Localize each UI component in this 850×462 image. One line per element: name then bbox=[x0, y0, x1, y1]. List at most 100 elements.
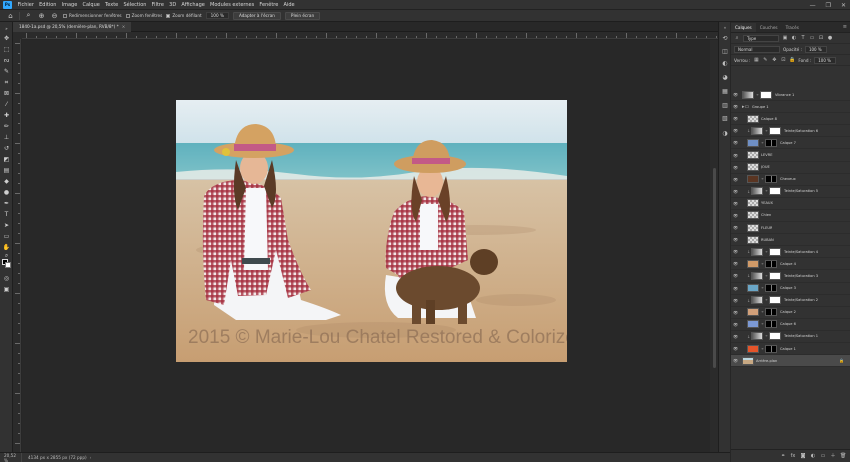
layer-name[interactable]: Teinte/Saturation 6 bbox=[784, 129, 818, 133]
adjustment-thumbnail[interactable] bbox=[751, 187, 763, 196]
visibility-eye-icon[interactable]: 👁 bbox=[731, 104, 740, 109]
layer-mask-thumbnail[interactable] bbox=[769, 271, 781, 280]
visibility-eye-icon[interactable]: 👁 bbox=[731, 249, 740, 254]
brush-tool-icon[interactable]: ✏ bbox=[2, 122, 11, 131]
layer-row[interactable]: 👁 ⚭ Calque 3 bbox=[731, 283, 850, 295]
libraries-icon[interactable]: ▥ bbox=[721, 102, 729, 110]
tab-channels[interactable]: Couches bbox=[756, 23, 782, 32]
layer-row[interactable]: 👁 ⚭ Calque 7 bbox=[731, 137, 850, 150]
adjustment-thumbnail[interactable] bbox=[751, 271, 763, 280]
blend-mode-select[interactable]: Normal bbox=[734, 45, 780, 53]
layer-name[interactable]: JOUE bbox=[761, 165, 770, 169]
visibility-eye-icon[interactable]: 👁 bbox=[731, 165, 740, 170]
layer-name[interactable]: Cheveux bbox=[780, 177, 796, 181]
lock-artboard-icon[interactable]: ⊡ bbox=[780, 57, 786, 63]
screen-mode-icon[interactable]: ▣ bbox=[2, 285, 11, 294]
lasso-tool-icon[interactable]: ᔓ bbox=[2, 56, 11, 65]
ruler-origin[interactable] bbox=[13, 32, 22, 39]
visibility-eye-icon[interactable]: 👁 bbox=[731, 334, 740, 339]
layer-mask-thumbnail[interactable] bbox=[769, 296, 781, 305]
layer-row[interactable]: 👁 FLEUR bbox=[731, 222, 850, 235]
new-adjustment-icon[interactable]: ◐ bbox=[810, 453, 816, 459]
background-thumbnail[interactable] bbox=[742, 356, 754, 365]
layer-row[interactable]: 👁 RUBAN bbox=[731, 234, 850, 247]
layer-row[interactable]: 👁 YEAUX bbox=[731, 198, 850, 210]
visibility-eye-icon[interactable]: 👁 bbox=[731, 116, 740, 121]
patterns-icon[interactable]: ▧ bbox=[721, 115, 729, 123]
document-tab[interactable]: 1840-1a.psd @ 20,5% (dernière-plan, RVB/… bbox=[13, 22, 132, 32]
zoom-out-icon[interactable]: ⊖ bbox=[50, 12, 59, 20]
lock-transparent-icon[interactable]: ▦ bbox=[753, 57, 759, 63]
layer-row[interactable]: 👁 ⚭ Vibrance 1 bbox=[731, 89, 850, 102]
layer-row[interactable]: 👁 LEVRE bbox=[731, 149, 850, 162]
layer-name[interactable]: RUBAN bbox=[761, 238, 774, 242]
layer-name[interactable]: Teinte/Saturation 2 bbox=[784, 298, 818, 302]
tab-layers[interactable]: Calques bbox=[731, 23, 756, 32]
visibility-eye-icon[interactable]: 👁 bbox=[731, 298, 740, 303]
minimize-icon[interactable]: — bbox=[810, 2, 816, 9]
layer-name[interactable]: FLEUR bbox=[761, 226, 772, 230]
layer-thumbnail[interactable] bbox=[747, 235, 759, 244]
layer-name[interactable]: Calque 4 bbox=[780, 262, 796, 266]
close-tab-icon[interactable]: × bbox=[122, 24, 126, 29]
tab-paths[interactable]: Tracés bbox=[782, 23, 803, 32]
scrollbar-thumb[interactable] bbox=[713, 168, 716, 368]
layer-name[interactable]: Teinte/Saturation 4 bbox=[784, 250, 818, 254]
layer-row[interactable]: 👁 ⚭ Calque 1 bbox=[731, 343, 850, 356]
visibility-eye-icon[interactable]: 👁 bbox=[731, 358, 740, 363]
layer-row[interactable]: 👁 ⚭ Calque 2 bbox=[731, 307, 850, 319]
layer-row[interactable]: 👁 ↓ ⚭ Teinte/Saturation 6 bbox=[731, 125, 850, 138]
zoom-all-checkbox[interactable]: Zoom fenêtres bbox=[125, 13, 162, 18]
lock-all-icon[interactable]: 🔒 bbox=[789, 57, 795, 63]
layer-name[interactable]: Groupe 1 bbox=[752, 105, 769, 109]
visibility-eye-icon[interactable]: 👁 bbox=[731, 322, 740, 327]
layer-mask-thumbnail[interactable] bbox=[769, 187, 781, 196]
layer-mask-thumbnail[interactable] bbox=[765, 284, 777, 293]
opacity-field[interactable]: 100 % bbox=[804, 45, 827, 53]
adjustment-thumbnail[interactable] bbox=[751, 247, 763, 256]
fit-screen-button[interactable]: Adapter à l'écran bbox=[232, 11, 281, 20]
visibility-eye-icon[interactable]: 👁 bbox=[731, 153, 740, 158]
layer-name[interactable]: Teinte/Saturation 3 bbox=[784, 274, 818, 278]
restore-icon[interactable]: ❐ bbox=[826, 2, 831, 9]
layer-mask-thumbnail[interactable] bbox=[769, 332, 781, 341]
filter-shape-icon[interactable]: ▭ bbox=[809, 35, 815, 41]
layer-row[interactable]: 👁 ↓ ⚭ Teinte/Saturation 3 bbox=[731, 270, 850, 283]
layer-name[interactable]: LEVRE bbox=[761, 153, 773, 157]
new-layer-icon[interactable]: ＋ bbox=[830, 453, 836, 459]
layer-thumbnail[interactable] bbox=[747, 151, 759, 160]
gradient-tool-icon[interactable]: ▤ bbox=[2, 166, 11, 175]
path-select-tool-icon[interactable]: ➤ bbox=[2, 221, 11, 230]
layer-style-icon[interactable]: fx bbox=[790, 453, 796, 459]
layer-mask-thumbnail[interactable] bbox=[765, 175, 777, 184]
layer-thumbnail[interactable] bbox=[747, 114, 759, 123]
layer-thumbnail[interactable] bbox=[747, 284, 759, 293]
layer-name[interactable]: Teinte/Saturation 5 bbox=[784, 189, 818, 193]
link-layers-icon[interactable]: ⚭ bbox=[780, 453, 786, 459]
layer-name[interactable]: Calque 7 bbox=[780, 141, 796, 145]
layer-mask-thumbnail[interactable] bbox=[769, 126, 781, 135]
layer-name[interactable]: YEAUX bbox=[761, 201, 773, 205]
menu-image[interactable]: Image bbox=[59, 2, 80, 8]
layer-name[interactable]: Teinte/Saturation 1 bbox=[784, 334, 818, 338]
menu-filtre[interactable]: Filtre bbox=[149, 2, 166, 8]
menu-fenetre[interactable]: Fenêtre bbox=[257, 2, 281, 8]
layer-mask-thumbnail[interactable] bbox=[765, 259, 777, 268]
blur-tool-icon[interactable]: ◆ bbox=[2, 177, 11, 186]
add-mask-icon[interactable]: ◙ bbox=[800, 453, 806, 459]
layer-thumbnail[interactable] bbox=[747, 308, 759, 317]
visibility-eye-icon[interactable]: 👁 bbox=[731, 346, 740, 351]
visibility-eye-icon[interactable]: 👁 bbox=[731, 189, 740, 194]
quick-select-tool-icon[interactable]: ✎ bbox=[2, 67, 11, 76]
layer-mask-thumbnail[interactable] bbox=[765, 344, 777, 353]
layer-row[interactable]: 👁 Calque 8 bbox=[731, 113, 850, 126]
collapse-icon[interactable]: « bbox=[721, 24, 729, 32]
vertical-ruler[interactable] bbox=[13, 39, 21, 452]
filter-pixel-icon[interactable]: ▣ bbox=[782, 35, 788, 41]
eyedropper-tool-icon[interactable]: ⁄ bbox=[2, 100, 11, 109]
visibility-eye-icon[interactable]: 👁 bbox=[731, 201, 740, 206]
panel-menu-icon[interactable]: ≡ bbox=[843, 24, 847, 30]
document-image[interactable]: 2015 © Marie-Lou Chatel Restored & Color… bbox=[176, 100, 567, 362]
layer-name[interactable]: Calque 3 bbox=[780, 286, 796, 290]
zoom-in-icon[interactable]: ⊕ bbox=[37, 12, 46, 20]
